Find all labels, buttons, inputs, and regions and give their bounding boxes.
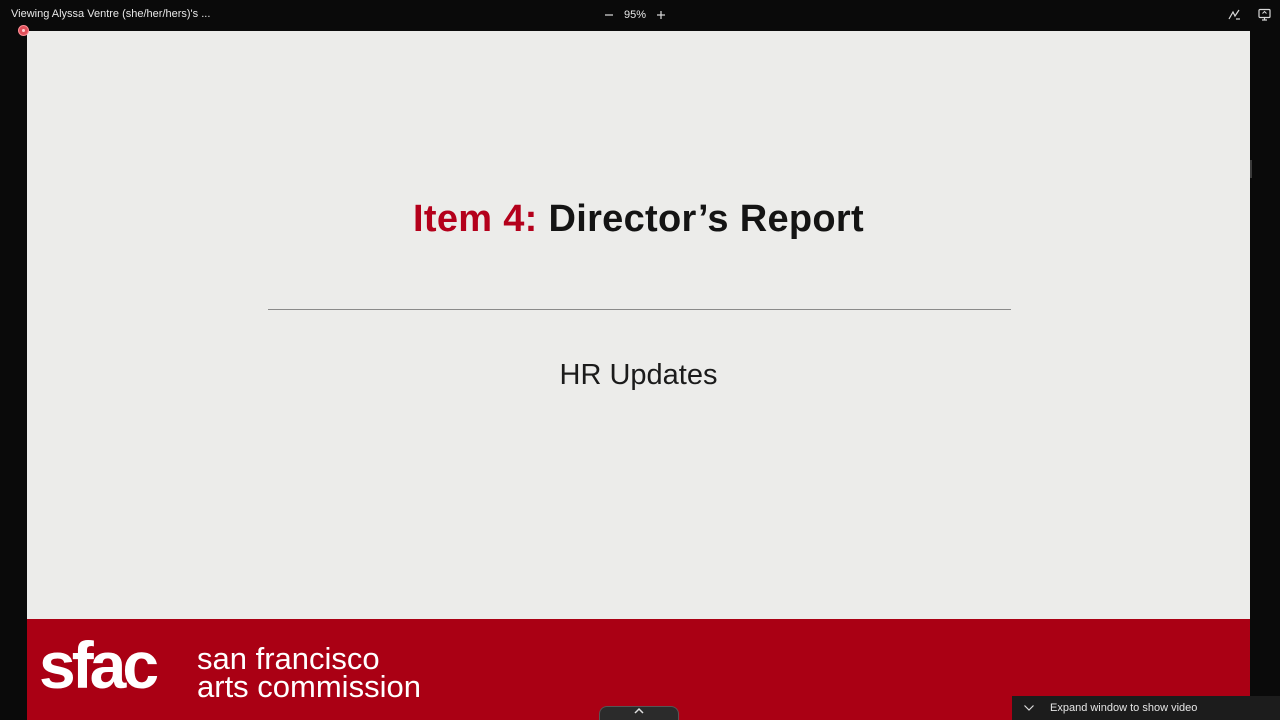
zoom-controls: 95% — [600, 6, 670, 24]
chevron-down-icon — [1024, 705, 1034, 711]
zoom-level: 95% — [624, 9, 647, 21]
slide-title: Item 4: Director’s Report — [27, 198, 1250, 241]
sfac-logo-mark: sfac — [39, 628, 159, 702]
logo-line-2: arts commission — [197, 669, 421, 704]
slide-title-prefix: Item 4: — [413, 198, 538, 240]
expand-video-panel[interactable]: Expand window to show video — [1012, 696, 1280, 720]
annotate-icon — [1227, 9, 1240, 20]
show-toolbar-handle[interactable] — [599, 706, 679, 720]
screen-share-toolbar: Viewing Alyssa Ventre (she/her/hers)'s .… — [0, 0, 1280, 30]
collapse-toggle[interactable] — [1016, 704, 1042, 712]
annotate-button[interactable] — [1226, 6, 1242, 22]
minus-icon — [605, 14, 613, 16]
toolbar-right-icons — [1226, 6, 1272, 22]
screen-share-icon — [1257, 8, 1271, 21]
slide-subtitle: HR Updates — [559, 359, 718, 391]
expand-video-label: Expand window to show video — [1050, 702, 1198, 714]
chevron-up-icon — [634, 707, 644, 714]
zoom-in-button[interactable] — [652, 6, 670, 24]
view-options-button[interactable] — [1256, 6, 1272, 22]
sfac-logo-text: san francisco arts commission — [197, 643, 421, 704]
slide-divider — [268, 309, 1011, 310]
plus-icon — [657, 11, 666, 19]
viewing-label[interactable]: Viewing Alyssa Ventre (she/her/hers)'s .… — [11, 8, 210, 20]
zoom-out-button[interactable] — [600, 6, 618, 24]
recording-indicator-icon — [18, 25, 29, 36]
meeting-window: Viewing Alyssa Ventre (she/her/hers)'s .… — [0, 0, 1280, 720]
slide-title-main: Director’s Report — [548, 198, 864, 240]
scrollbar-thumb[interactable] — [1250, 160, 1252, 178]
shared-slide: Item 4: Director’s Report HR Updates sfa… — [27, 31, 1250, 720]
